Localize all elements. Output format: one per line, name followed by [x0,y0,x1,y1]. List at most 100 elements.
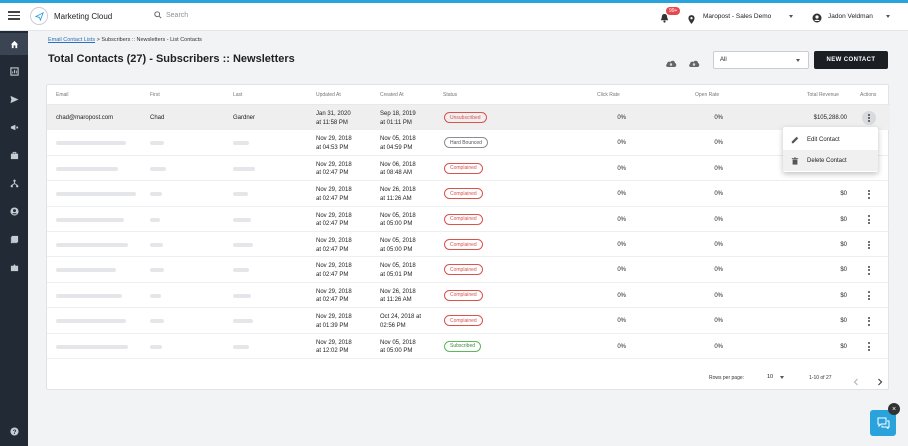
updated-time: at 02:47 PM [316,195,349,202]
cell-created-at: Nov 05, 2018 at 05:01 PM [380,262,416,279]
previous-page-icon[interactable] [853,373,859,391]
created-time: 02:56 PM [380,322,406,329]
row-actions-kebab-icon[interactable] [862,111,876,125]
next-page-icon[interactable] [877,373,883,391]
new-contact-button[interactable]: NEW CONTACT [814,51,888,69]
table-row[interactable]: Nov 29, 2018 at 02:47 PM Nov 05, 2018 at 05… [47,207,890,232]
hamburger-menu-icon[interactable] [8,9,20,21]
table-row[interactable]: Nov 29, 2018 at 02:47 PM Nov 26, 2018 at 11… [47,283,890,309]
cell-updated-at: Nov 29, 2018 at 02:47 PM [316,161,352,178]
table-row[interactable]: Nov 29, 2018 at 02:47 PM Nov 05, 2018 at 05… [47,232,890,258]
sidebar-integrations-icon[interactable] [0,256,28,278]
pencil-icon [791,136,799,143]
top-bar: Marketing Cloud Search 99+ Maropost - Sa… [0,3,908,31]
table-row[interactable]: Nov 29, 2018 at 01:39 PM Oct 24, 2018 at 02… [47,308,890,334]
contacts-table: Email First Last Updated At Created At S… [46,84,890,391]
sidebar-briefcase-icon[interactable] [0,144,28,166]
user-name[interactable]: Jadon Veldman [828,13,873,20]
cell-click-rate: 0% [617,242,626,248]
sidebar-campaigns-icon[interactable] [0,116,28,138]
sidebar-help-icon[interactable]: ? [0,420,28,442]
delete-contact-menu-item[interactable]: Delete Contact [783,150,878,171]
app-logo-icon[interactable] [30,7,48,25]
user-chevron-down-icon[interactable] [886,15,890,18]
status-badge: Complained [444,264,483,276]
table-row[interactable]: Nov 29, 2018 at 02:47 PM Nov 05, 2018 at 05… [47,257,890,283]
sidebar-contacts-icon[interactable] [0,200,28,222]
cell-open-rate: 0% [714,267,723,274]
cell-created-at: Nov 06, 2018 at 08:48 AM [380,161,416,178]
updated-date: Nov 29, 2018 [316,212,352,219]
updated-date: Nov 29, 2018 [316,314,352,321]
cell-first-redacted [150,243,163,247]
column-header-first[interactable]: First [150,92,160,98]
column-header-email[interactable]: Email [56,92,69,98]
cell-open-rate: 0% [714,318,723,325]
table-row[interactable]: Nov 29, 2018 at 12:02 PM Nov 05, 2018 at 05… [47,334,890,359]
table-row[interactable]: Nov 29, 2018 at 02:47 PM Nov 06, 2018 at 08… [47,156,890,182]
updated-date: Nov 29, 2018 [316,187,352,194]
cell-total-revenue: $0 [840,242,847,248]
notification-badge: 99+ [666,7,681,15]
rows-per-page-label: Rows per page: [709,375,745,381]
sidebar-send-icon[interactable] [0,88,28,110]
updated-time: at 02:47 PM [316,271,349,278]
chat-close-icon[interactable]: × [888,403,900,415]
column-header-status[interactable]: Status [443,92,457,98]
cell-last-redacted [233,141,249,146]
row-actions-kebab-icon[interactable] [862,187,876,201]
cell-first-redacted [150,192,162,197]
cell-open-rate: 0% [714,191,723,198]
cell-last-redacted [233,243,253,247]
cell-updated-at: Nov 29, 2018 at 01:39 PM [316,313,352,330]
cell-total-revenue: $0 [840,191,847,198]
breadcrumb-link-email-contact-lists[interactable]: Email Contact Lists [48,37,95,43]
row-actions-kebab-icon[interactable] [862,314,876,328]
row-actions-kebab-icon[interactable] [862,238,876,252]
upload-cloud-icon[interactable] [665,55,677,73]
row-actions-kebab-icon[interactable] [862,289,876,303]
search-input[interactable]: Search [166,12,188,19]
sidebar-home-icon[interactable] [0,33,28,55]
column-header-total-revenue[interactable]: Total Revenue [807,92,839,98]
download-cloud-icon[interactable] [688,55,700,73]
account-selector[interactable]: Maropost - Sales Demo [703,13,771,20]
cell-email-redacted [56,217,124,222]
column-header-open-rate[interactable]: Open Rate [695,92,719,98]
created-date: Nov 05, 2018 [380,238,416,244]
cell-total-revenue: $0 [840,292,847,299]
column-header-updated-at[interactable]: Updated At [316,92,341,98]
account-chevron-down-icon[interactable] [789,15,793,18]
column-header-last[interactable]: Last [233,92,242,98]
cell-email: chad@maropost.com [56,115,114,121]
sidebar-journeys-icon[interactable] [0,172,28,194]
cell-email-redacted [56,293,122,298]
status-filter-select[interactable]: All [713,51,809,69]
table-row[interactable]: Nov 29, 2018 at 02:47 PM Nov 26, 2018 at 11… [47,181,890,207]
cell-click-rate: 0% [617,115,626,121]
user-avatar-icon[interactable] [812,10,822,28]
cell-created-at: Oct 24, 2018 at 02:56 PM [380,313,421,330]
column-header-click-rate[interactable]: Click Rate [597,92,620,98]
table-row[interactable]: Nov 29, 2018 at 04:53 PM Nov 05, 2018 at 04… [47,130,890,156]
column-header-created-at[interactable]: Created At [380,92,404,98]
cell-last-redacted [233,268,249,273]
updated-time: at 02:47 PM [316,221,349,228]
sidebar-content-icon[interactable] [0,228,28,250]
cell-first-redacted [150,344,162,349]
cell-total-revenue: $0 [840,267,847,274]
updated-time: at 12:02 PM [316,348,349,355]
table-header: Email First Last Updated At Created At S… [47,85,890,105]
row-actions-kebab-icon[interactable] [862,340,876,354]
table-row[interactable]: chad@maropost.com Chad Gardner Jan 31, 2020… [47,105,890,131]
row-actions-kebab-icon[interactable] [862,213,876,227]
location-pin-icon [688,11,695,29]
sidebar-reports-icon[interactable] [0,60,28,82]
row-actions-kebab-icon[interactable] [862,263,876,277]
search-box[interactable]: Search [154,11,188,19]
table-pagination: Rows per page: 10 1-10 of 27 [47,365,890,391]
rows-per-page-chevron-down-icon[interactable] [780,376,784,379]
edit-contact-menu-item[interactable]: Edit Contact [783,129,878,150]
cell-last-redacted [233,217,251,222]
rows-per-page-select[interactable]: 10 [767,374,773,380]
